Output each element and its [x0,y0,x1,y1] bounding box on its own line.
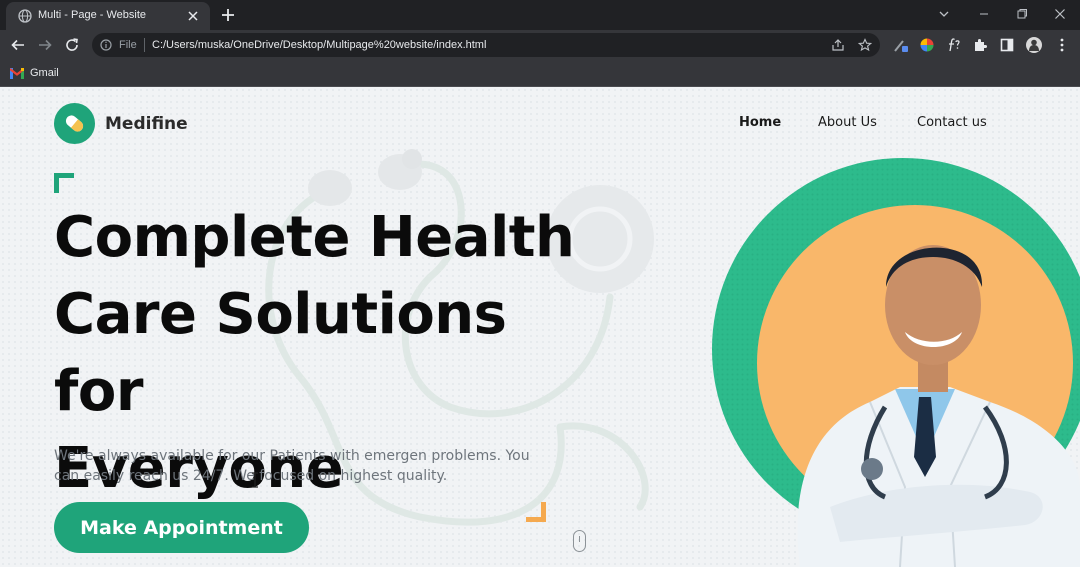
close-icon[interactable] [186,9,200,23]
extension-icon[interactable] [893,37,909,53]
hero-description: We're always available for our Patients … [54,448,530,484]
close-window-icon[interactable] [1052,6,1068,22]
back-icon[interactable] [10,37,26,53]
star-icon[interactable] [858,38,872,52]
color-picker-icon[interactable] [919,37,935,53]
url-text[interactable]: C:/Users/muska/OneDrive/Desktop/Multipag… [152,39,486,51]
headline-line: Complete Health [54,205,575,270]
info-icon[interactable] [100,39,112,51]
make-appointment-button[interactable]: Make Appointment [54,502,309,553]
divider [144,38,145,52]
plus-icon[interactable] [220,7,236,23]
puzzle-icon[interactable] [972,37,988,53]
bookmark-label: Gmail [30,67,59,79]
site-logo[interactable]: Medifine [54,103,188,144]
sidebar-icon[interactable] [999,37,1015,53]
headline-line: Care Solutions for [54,282,507,424]
scheme-label: File [119,39,137,51]
logo-mark [54,103,95,144]
gmail-icon [10,67,24,79]
address-bar[interactable]: File C:/Users/muska/OneDrive/Desktop/Mul… [92,33,880,57]
tab-title: Multi - Page - Website [38,9,147,21]
reload-icon[interactable] [64,37,80,53]
restore-icon[interactable] [1014,6,1030,22]
doctor-hero-image [712,158,1080,567]
profile-avatar[interactable] [1026,37,1042,53]
font-function-icon[interactable] [945,37,961,53]
web-page: Medifine Home About Us Contact us Comple… [0,87,1080,567]
pill-icon [65,115,84,132]
browser-toolbar: File C:/Users/muska/OneDrive/Desktop/Mul… [0,30,1080,60]
nav-contact-us[interactable]: Contact us [917,115,987,130]
brand-name: Medifine [105,113,188,134]
nav-home[interactable]: Home [739,115,781,130]
forward-icon[interactable] [37,37,53,53]
menu-dots-icon[interactable] [1054,37,1070,53]
browser-tab[interactable]: Multi - Page - Website [6,2,210,30]
globe-icon [18,9,32,23]
nav-about-us[interactable]: About Us [818,115,877,130]
corner-accent-green [54,173,74,193]
share-icon[interactable] [831,38,845,52]
chevron-down-icon[interactable] [936,6,952,22]
bookmark-gmail[interactable]: Gmail [10,65,59,81]
bookmarks-bar: Gmail [0,60,1080,87]
text-cursor-icon [252,472,258,488]
tab-strip: Multi - Page - Website [0,0,1080,30]
mouse-scroll-icon[interactable] [573,530,586,552]
minimize-icon[interactable] [976,6,992,22]
